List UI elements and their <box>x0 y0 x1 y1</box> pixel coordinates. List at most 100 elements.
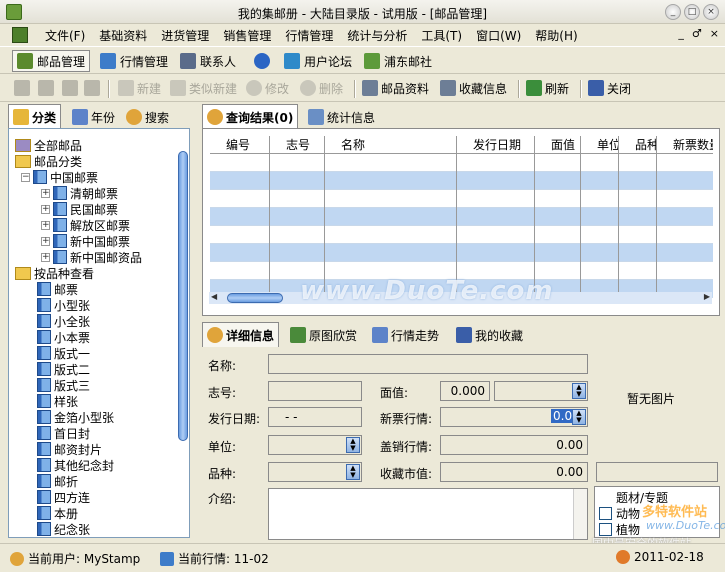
collapse-icon[interactable]: − <box>21 172 30 182</box>
tree-item-minguo[interactable]: + 民国邮票 <box>41 201 118 217</box>
menu-sales[interactable]: 销售管理 <box>216 27 278 44</box>
tree-item-category[interactable]: 邮品分类 <box>15 153 82 169</box>
scroll-right-icon[interactable]: ▶ <box>704 292 710 301</box>
collect-value-field[interactable]: 0.00 <box>440 462 588 482</box>
spin-icon[interactable]: ▲ ▼ <box>572 409 586 425</box>
col-id[interactable]: 编号 <box>210 136 270 154</box>
mdi-minimize-button[interactable]: _ <box>678 27 684 40</box>
tab-search[interactable]: 搜索 <box>122 106 173 128</box>
tab-statistics[interactable]: 统计信息 <box>304 106 379 128</box>
col-zhihao[interactable]: 志号 <box>270 136 325 154</box>
tree-type-item[interactable]: 样张 <box>37 393 78 409</box>
result-grid[interactable]: 编号 志号 名称 发行日期 面值 单位 品种 新票数量 <box>210 136 713 298</box>
mdi-restore-button[interactable]: ♂ <box>692 27 702 40</box>
tree-scrollbar[interactable] <box>178 151 188 441</box>
date-field[interactable]: - - <box>268 407 362 427</box>
type-select[interactable]: ▲ ▼ <box>268 462 362 482</box>
tree-type-item[interactable]: 版式一 <box>37 345 90 361</box>
tree-type-item[interactable]: 小本票 <box>37 329 90 345</box>
tree-scrollbar-thumb[interactable] <box>178 151 188 441</box>
tree-type-item[interactable]: 其他纪念封 <box>37 457 114 473</box>
tab-category[interactable]: 分类 <box>8 104 62 129</box>
document-icon[interactable] <box>12 27 28 43</box>
col-type[interactable]: 品种 <box>619 136 657 154</box>
menu-help[interactable]: 帮助(H) <box>528 27 584 44</box>
grid-scrollbar-thumb[interactable] <box>227 293 283 303</box>
tree-type-item[interactable]: 邮票 <box>37 281 78 297</box>
col-facevalue[interactable]: 面值 <box>535 136 581 154</box>
category-tree[interactable]: 全部邮品 邮品分类 − 中国邮票 + 清朝邮票 + 民国邮票 + 解放区邮票 +… <box>8 128 190 538</box>
module-pudong-shop[interactable]: 浦东邮社 <box>360 50 436 72</box>
tree-item-china[interactable]: − 中国邮票 <box>21 169 98 185</box>
minimize-button[interactable]: _ <box>665 4 681 20</box>
menu-tools[interactable]: 工具(T) <box>414 27 469 44</box>
col-name[interactable]: 名称 <box>325 136 457 154</box>
maximize-button[interactable]: □ <box>684 4 700 20</box>
tree-type-item[interactable]: 首日封 <box>37 425 90 441</box>
collect-info-button[interactable]: 收藏信息 <box>440 79 507 97</box>
tree-item-liberated[interactable]: + 解放区邮票 <box>41 217 130 233</box>
mdi-close-button[interactable]: × <box>710 27 719 40</box>
cancel-price-field[interactable]: 0.00 <box>440 435 588 455</box>
tree-type-item[interactable]: 版式二 <box>37 361 90 377</box>
insert-icon[interactable] <box>38 80 54 96</box>
remove-icon[interactable] <box>84 80 100 96</box>
tree-item-qing[interactable]: + 清朝邮票 <box>41 185 118 201</box>
col-unit[interactable]: 单位 <box>581 136 619 154</box>
module-market-management[interactable]: 行情管理 <box>96 50 172 72</box>
tree-type-item[interactable]: 纪念张 <box>37 521 90 537</box>
table-row[interactable] <box>210 208 713 226</box>
table-row[interactable] <box>210 172 713 190</box>
copy-icon[interactable] <box>62 80 78 96</box>
module-contacts[interactable]: 联系人 <box>176 50 240 72</box>
tree-type-item[interactable]: 金箔小型张 <box>37 409 114 425</box>
expand-icon[interactable]: + <box>41 220 50 230</box>
tree-item-by-type[interactable]: 按品种查看 <box>15 265 94 281</box>
spin-icon[interactable]: ▲ ▼ <box>572 383 586 399</box>
menu-basic-data[interactable]: 基础资料 <box>92 27 154 44</box>
tab-my-collection[interactable]: 我的收藏 <box>452 324 527 346</box>
facevalue-unit-select[interactable]: ▲ ▼ <box>494 381 588 401</box>
name-field[interactable] <box>268 354 588 374</box>
tree-item-all[interactable]: 全部邮品 <box>15 137 82 153</box>
unit-select[interactable]: ▲ ▼ <box>268 435 362 455</box>
close-window-button[interactable]: × <box>703 4 719 20</box>
tree-type-item[interactable]: 本册 <box>37 505 78 521</box>
add-icon[interactable] <box>14 80 30 96</box>
new-button[interactable]: 新建 <box>118 79 161 97</box>
tree-type-item[interactable]: 小全张 <box>37 313 90 329</box>
tree-item-new-china[interactable]: + 新中国邮票 <box>41 233 130 249</box>
spin-icon[interactable]: ▲ ▼ <box>346 437 360 453</box>
image-caption-field[interactable] <box>596 462 718 482</box>
refresh-button[interactable]: 刷新 <box>526 79 569 97</box>
intro-scrollbar[interactable] <box>573 489 587 539</box>
delete-button[interactable]: 删除 <box>300 79 343 97</box>
menu-purchase[interactable]: 进货管理 <box>154 27 216 44</box>
menu-market[interactable]: 行情管理 <box>278 27 340 44</box>
expand-icon[interactable]: + <box>41 204 50 214</box>
expand-icon[interactable]: + <box>41 252 50 262</box>
col-date[interactable]: 发行日期 <box>457 136 535 154</box>
zhihao-field[interactable] <box>268 381 362 401</box>
table-row[interactable] <box>210 226 713 244</box>
tree-type-item[interactable]: 四方连 <box>37 489 90 505</box>
tree-type-item[interactable]: 邮折 <box>37 473 78 489</box>
module-stamp-management[interactable]: 邮品管理 <box>12 50 91 72</box>
close-module-button[interactable]: 关闭 <box>588 79 631 97</box>
facevalue-field[interactable]: 0.000 <box>440 381 490 401</box>
tree-type-item[interactable]: 邮资封片 <box>37 441 102 457</box>
new-price-field[interactable]: 0.00 ▲ ▼ <box>440 407 588 427</box>
stamp-info-button[interactable]: 邮品资料 <box>362 79 429 97</box>
intro-textarea[interactable] <box>268 488 588 540</box>
tab-query-result[interactable]: 查询结果(0) <box>202 104 299 129</box>
module-help[interactable] <box>250 50 274 72</box>
modify-button[interactable]: 修改 <box>246 79 289 97</box>
tree-item-new-china-postal[interactable]: + 新中国邮资品 <box>41 249 142 265</box>
table-row[interactable] <box>210 154 713 172</box>
expand-icon[interactable]: + <box>41 188 50 198</box>
table-row[interactable] <box>210 190 713 208</box>
tree-type-item[interactable]: 版式三 <box>37 377 90 393</box>
tab-original-image[interactable]: 原图欣赏 <box>286 324 361 346</box>
menu-statistics[interactable]: 统计与分析 <box>340 27 414 44</box>
table-row[interactable] <box>210 244 713 262</box>
